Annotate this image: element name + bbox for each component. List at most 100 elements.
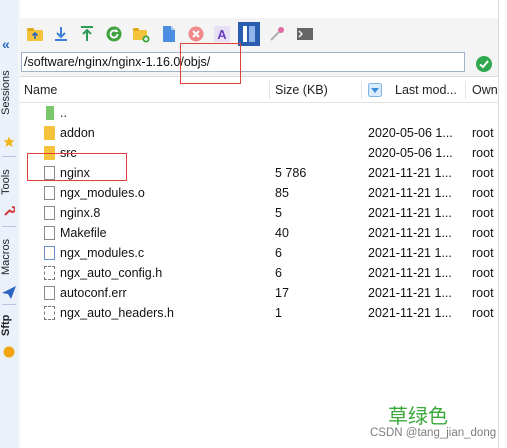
- paper-plane-icon: [2, 286, 16, 299]
- file-name: ..: [60, 106, 67, 120]
- file-row-parent[interactable]: ..: [20, 103, 498, 123]
- annotation-box-path: [180, 43, 241, 84]
- upload-button[interactable]: [78, 25, 96, 43]
- file-date: 2021-11-21 1...: [368, 306, 452, 320]
- sort-indicator-icon[interactable]: [368, 83, 382, 97]
- file-size: 85: [275, 186, 289, 200]
- annotation-box-nginx: [27, 153, 127, 181]
- rename-button[interactable]: A: [213, 25, 231, 43]
- file-name: ngx_auto_headers.h: [60, 306, 174, 320]
- wrench-icon: [4, 206, 15, 216]
- column-divider[interactable]: [465, 81, 466, 99]
- side-tab-sessions[interactable]: Sessions: [0, 58, 18, 128]
- file-name: ngx_auto_config.h: [60, 266, 163, 280]
- new-folder-icon: [133, 28, 150, 43]
- file-name: addon: [60, 126, 95, 140]
- file-row[interactable]: autoconf.err 17 2021-11-21 1... root: [20, 283, 498, 303]
- side-tab-divider: [2, 156, 16, 157]
- orange-dot-icon: [3, 346, 15, 358]
- file-date: 2021-11-21 1...: [368, 246, 452, 260]
- side-tab-label: Tools: [0, 169, 12, 195]
- side-tab-macros[interactable]: Macros: [0, 232, 18, 282]
- remote-path-input[interactable]: /software/nginx/nginx-1.16.0/objs/: [21, 52, 465, 72]
- refresh-button[interactable]: [105, 25, 123, 43]
- file-name: autoconf.err: [60, 286, 127, 300]
- column-header-modified[interactable]: Last mod...: [395, 78, 457, 102]
- path-bar: /software/nginx/nginx-1.16.0/objs/: [20, 50, 498, 77]
- side-tab-tools[interactable]: Tools: [0, 162, 18, 202]
- file-date: 2021-11-21 1...: [368, 166, 452, 180]
- download-button[interactable]: [52, 25, 70, 43]
- new-file-button[interactable]: [160, 25, 178, 43]
- terminal-icon: [297, 28, 313, 40]
- svg-text:A: A: [217, 27, 227, 42]
- file-name: ngx_modules.c: [60, 246, 145, 260]
- sftp-toolbar: A: [20, 18, 498, 51]
- file-row[interactable]: nginx.8 5 2021-11-21 1... root: [20, 203, 498, 223]
- file-date: 2020-05-06 1...: [368, 126, 453, 140]
- side-tab-label: Sftp: [0, 314, 12, 336]
- file-owner: root: [472, 246, 494, 260]
- file-owner: root: [472, 186, 494, 200]
- window-right-border: [498, 0, 507, 448]
- confirm-path-button[interactable]: [476, 56, 492, 72]
- new-folder-button[interactable]: [132, 25, 150, 43]
- delete-icon: [188, 26, 204, 42]
- c-file-icon: [44, 246, 55, 260]
- file-row[interactable]: ngx_auto_headers.h 1 2021-11-21 1... roo…: [20, 303, 498, 323]
- column-header-size[interactable]: Size (KB): [275, 78, 328, 102]
- rename-icon: A: [214, 26, 230, 42]
- properties-button[interactable]: [268, 25, 286, 43]
- file-date: 2021-11-21 1...: [368, 226, 452, 240]
- watermark-chinese: 草绿色: [388, 404, 448, 428]
- side-tab-sftp[interactable]: Sftp: [0, 308, 18, 342]
- terminal-button[interactable]: [296, 25, 314, 43]
- star-icon: [3, 136, 15, 147]
- file-date: 2021-11-21 1...: [368, 206, 452, 220]
- file-owner: root: [472, 126, 494, 140]
- file-row[interactable]: ngx_modules.o 85 2021-11-21 1... root: [20, 183, 498, 203]
- file-icon: [44, 206, 55, 220]
- file-size: 40: [275, 226, 289, 240]
- file-size: 1: [275, 306, 282, 320]
- checkmark-icon: [479, 60, 489, 69]
- file-date: 2020-05-06 1...: [368, 146, 453, 160]
- h-file-icon: [44, 306, 55, 320]
- file-row[interactable]: Makefile 40 2021-11-21 1... root: [20, 223, 498, 243]
- side-tab-divider: [2, 226, 16, 227]
- file-list-header: Name Size (KB) Last mod... Own: [20, 78, 498, 103]
- file-row[interactable]: addon 2020-05-06 1... root: [20, 123, 498, 143]
- file-row[interactable]: ngx_auto_config.h 6 2021-11-21 1... root: [20, 263, 498, 283]
- file-date: 2021-11-21 1...: [368, 266, 452, 280]
- file-size: 6: [275, 266, 282, 280]
- file-name: ngx_modules.o: [60, 186, 145, 200]
- file-owner: root: [472, 226, 494, 240]
- refresh-icon: [106, 26, 122, 42]
- go-up-folder-button[interactable]: [26, 25, 44, 43]
- side-tab-divider: [2, 304, 16, 305]
- watermark-csdn: CSDN @tang_jian_dong: [370, 427, 497, 439]
- file-icon: [44, 186, 55, 200]
- file-name: nginx.8: [60, 206, 101, 220]
- delete-button[interactable]: [187, 25, 205, 43]
- side-tab-label: Sessions: [0, 70, 12, 116]
- permissions-button[interactable]: [238, 22, 260, 46]
- side-tab-label: Macros: [0, 238, 12, 276]
- file-row[interactable]: ngx_modules.c 6 2021-11-21 1... root: [20, 243, 498, 263]
- column-header-owner[interactable]: Own: [472, 78, 498, 102]
- file-owner: root: [472, 266, 494, 280]
- file-size: 5 786: [275, 166, 307, 180]
- file-owner: root: [472, 146, 494, 160]
- file-size: 17: [275, 286, 289, 300]
- file-owner: root: [472, 206, 494, 220]
- new-file-icon: [163, 26, 175, 42]
- upload-icon: [81, 26, 93, 41]
- collapse-chevron-icon[interactable]: «: [2, 36, 10, 52]
- file-name: Makefile: [60, 226, 107, 240]
- column-divider[interactable]: [361, 81, 362, 99]
- column-header-name[interactable]: Name: [24, 78, 57, 102]
- file-icon: [44, 286, 55, 300]
- column-divider[interactable]: [269, 81, 270, 99]
- go-up-folder-icon: [27, 28, 43, 41]
- download-icon: [55, 27, 67, 41]
